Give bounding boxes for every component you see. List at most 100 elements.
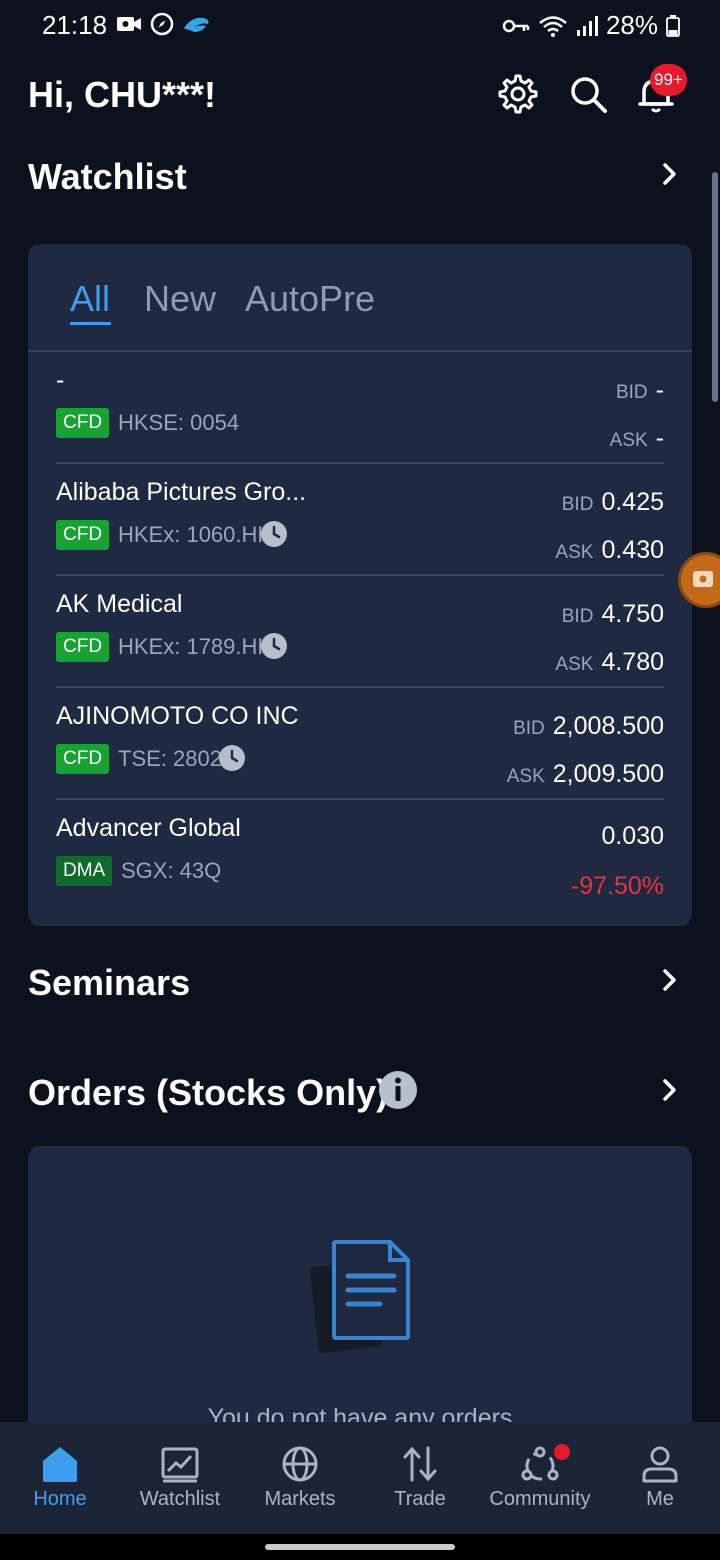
bid-line: BID - xyxy=(616,376,664,405)
bid-label: BID xyxy=(513,718,545,739)
chart-icon xyxy=(161,1447,199,1483)
bid-value: - xyxy=(655,376,664,404)
ask-value: 2,009.500 xyxy=(552,760,664,788)
bid-label: BID xyxy=(615,382,648,403)
person-icon xyxy=(642,1446,678,1483)
nav-trade[interactable]: Trade xyxy=(360,1422,480,1534)
bid-line: BID 0.425 xyxy=(562,488,664,517)
product-type-badge: CFD xyxy=(56,632,110,662)
compass-icon xyxy=(150,12,174,36)
ask-value: 4.780 xyxy=(601,648,664,676)
clock-icon xyxy=(261,633,287,659)
product-type-badge: CFD xyxy=(56,408,110,438)
watchlist-row[interactable]: Alibaba Pictures Gro... CFD HKEx: 1060.H… xyxy=(56,464,664,576)
status-left-icons xyxy=(116,12,212,36)
battery-icon xyxy=(666,14,680,37)
instrument-name: Alibaba Pictures Gro... xyxy=(56,478,307,506)
scroll-indicator[interactable] xyxy=(712,172,718,402)
watchlist-card: All New AutoPre - CFD HKSE: 0054 BID - A… xyxy=(28,244,692,926)
video-icon xyxy=(117,17,141,31)
tab-new[interactable]: New xyxy=(144,278,216,320)
bid-line: BID 4.750 xyxy=(562,600,664,629)
ask-label: ASK xyxy=(506,766,545,787)
watchlist-section-title[interactable]: Watchlist xyxy=(28,156,187,198)
app-header: Hi, CHU***! 99+ xyxy=(0,60,720,130)
video-icon xyxy=(693,571,713,587)
watchlist-tabs: All New AutoPre xyxy=(28,244,692,352)
info-icon[interactable] xyxy=(378,1070,418,1110)
exchange-code: HKSE: 0054 xyxy=(118,410,240,435)
tab-all[interactable]: All xyxy=(70,278,110,320)
ask-value: 0.430 xyxy=(601,536,664,564)
nav-label: Trade xyxy=(394,1488,446,1510)
status-right: 28% xyxy=(502,10,680,41)
ask-line: ASK 2,009.500 xyxy=(507,760,664,789)
watchlist-row[interactable]: AJINOMOTO CO INC CFD TSE: 2802 BID 2,008… xyxy=(56,688,664,800)
orders-section-title[interactable]: Orders (Stocks Only) xyxy=(28,1072,388,1114)
status-bar: 21:18 28% xyxy=(0,0,720,52)
seminars-chevron-right-icon[interactable] xyxy=(660,968,680,992)
exchange-code: HKEx: 1060.HK xyxy=(118,522,273,547)
ask-label: ASK xyxy=(555,654,594,675)
ask-line: ASK 4.780 xyxy=(555,648,664,677)
bid-label: BID xyxy=(561,494,594,515)
search-icon[interactable] xyxy=(566,72,610,116)
product-type-badge: CFD xyxy=(56,744,110,774)
bid-value: 0.425 xyxy=(601,488,664,516)
nav-label: Community xyxy=(489,1488,591,1510)
notification-badge: 99+ xyxy=(650,64,687,96)
ask-label: ASK xyxy=(555,542,594,563)
clock-icon xyxy=(219,745,245,771)
orders-card: You do not have any orders xyxy=(28,1146,692,1446)
product-type-badge: CFD xyxy=(56,520,110,550)
exchange-code: SGX: 43Q xyxy=(121,858,222,883)
empty-document-icon xyxy=(310,1240,410,1353)
instrument-name: - xyxy=(56,366,65,394)
watchlist-row[interactable]: Advancer Global DMA SGX: 43Q 0.030 -97.5… xyxy=(56,800,664,912)
nav-label: Home xyxy=(33,1488,87,1510)
watchlist-row[interactable]: AK Medical CFD HKEx: 1789.HK BID 4.750 A… xyxy=(56,576,664,688)
nav-markets[interactable]: Markets xyxy=(240,1422,360,1534)
bid-label: BID xyxy=(561,606,594,627)
ask-label: ASK xyxy=(609,430,648,451)
percent-change: -97.50% xyxy=(570,872,664,900)
nav-label: Markets xyxy=(264,1488,336,1510)
home-icon xyxy=(43,1447,77,1482)
nav-label: Me xyxy=(646,1488,674,1510)
trade-arrows-icon xyxy=(403,1446,437,1482)
watchlist-row[interactable]: - CFD HKSE: 0054 BID - ASK - xyxy=(56,352,664,464)
app-notification-icon xyxy=(184,17,209,32)
instrument-name: AK Medical xyxy=(56,590,183,618)
exchange-code: HKEx: 1789.HK xyxy=(118,634,273,659)
status-time: 21:18 xyxy=(42,10,108,40)
ask-line: ASK 0.430 xyxy=(555,536,664,565)
settings-gear-icon[interactable] xyxy=(496,72,540,116)
signal-icon xyxy=(576,15,598,36)
tab-autopre[interactable]: AutoPre xyxy=(245,278,375,320)
seminars-section-title[interactable]: Seminars xyxy=(28,962,190,1004)
watchlist-chevron-right-icon[interactable] xyxy=(660,162,680,186)
exchange-code: TSE: 2802 xyxy=(118,746,222,771)
change-line: -97.50% xyxy=(571,872,664,901)
price-line: 0.030 xyxy=(601,822,664,851)
wifi-icon xyxy=(539,15,567,37)
instrument-name: Advancer Global xyxy=(56,814,241,842)
globe-icon xyxy=(282,1446,318,1482)
clock-icon xyxy=(261,521,287,547)
vpn-key-icon xyxy=(502,19,530,32)
orders-chevron-right-icon[interactable] xyxy=(660,1078,680,1102)
product-type-badge: DMA xyxy=(56,856,113,886)
bid-value: 4.750 xyxy=(601,600,664,628)
home-indicator[interactable] xyxy=(265,1544,455,1550)
last-price: 0.030 xyxy=(601,822,664,850)
nav-community[interactable]: Community xyxy=(480,1422,600,1534)
bottom-navigation: Home Watchlist Markets Trade Community M… xyxy=(0,1422,720,1534)
nav-watchlist[interactable]: Watchlist xyxy=(120,1422,240,1534)
nav-me[interactable]: Me xyxy=(600,1422,720,1534)
ask-value: - xyxy=(655,424,664,452)
nav-home[interactable]: Home xyxy=(0,1422,120,1534)
nav-label: Watchlist xyxy=(139,1488,221,1510)
community-notification-dot xyxy=(554,1444,570,1460)
battery-percent: 28% xyxy=(605,10,658,40)
active-tab-indicator xyxy=(70,322,111,325)
